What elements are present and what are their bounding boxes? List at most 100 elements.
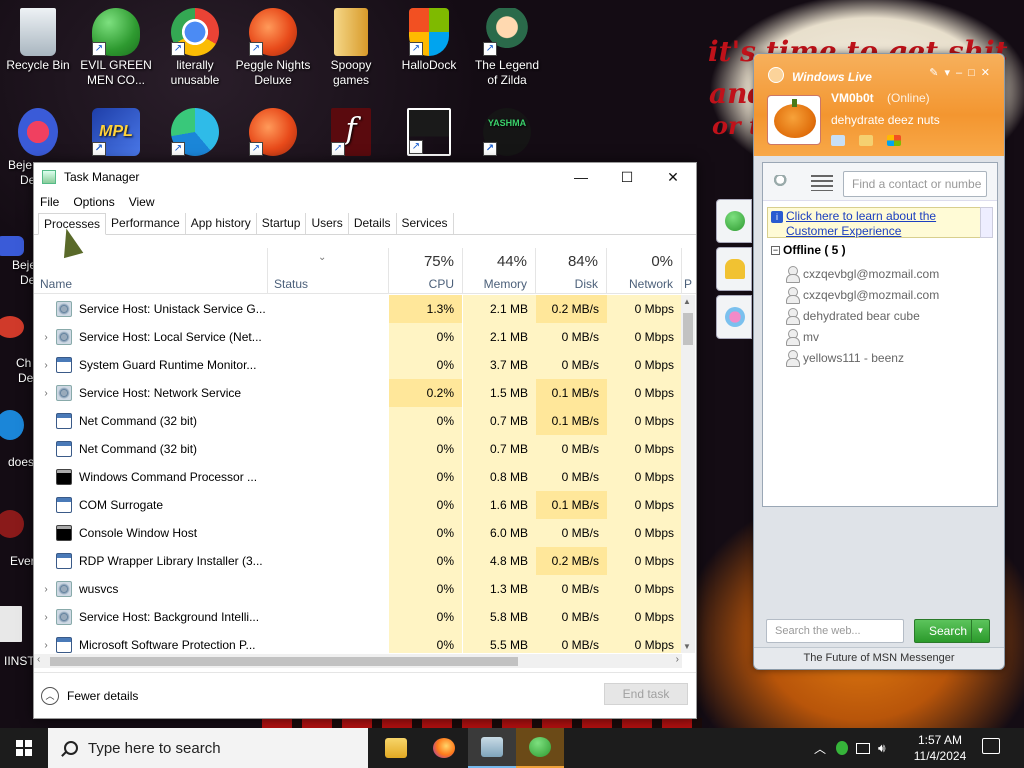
table-row[interactable]: › Service Host: Network Service 0.2% 1.5 MB… [34, 379, 682, 407]
menu-view[interactable]: View [129, 195, 155, 209]
status-text[interactable]: (Online) [887, 91, 930, 105]
table-row[interactable]: Service Host: Unistack Service G... 1.3% 2… [34, 295, 682, 323]
chevron-up-icon[interactable]: ︿ [814, 740, 826, 757]
group-offline[interactable]: − Offline ( 5 ) [771, 243, 846, 257]
web-search-input[interactable]: Search the web... [766, 619, 904, 643]
expand-chevron-icon[interactable]: › [34, 612, 56, 623]
contacts-tab[interactable] [716, 199, 752, 243]
scroll-left-icon[interactable]: ‹ [37, 654, 40, 665]
window-controls[interactable]: ✎▾–□✕ [929, 66, 996, 79]
column-power[interactable]: P [682, 248, 696, 294]
desktop-icon-chrome-2[interactable] [0, 316, 34, 340]
tab-services[interactable]: Services [397, 213, 454, 234]
menu-file[interactable]: File [40, 195, 59, 209]
end-task-button[interactable]: End task [604, 683, 688, 705]
start-button[interactable] [0, 728, 48, 768]
taskbar-task-manager[interactable] [468, 728, 516, 768]
tab-details[interactable]: Details [349, 213, 397, 234]
chevron-down-icon[interactable]: ▼ [971, 620, 989, 642]
scroll-thumb[interactable] [50, 657, 518, 666]
search-button[interactable]: Search ▼ [914, 619, 990, 643]
scroll-right-icon[interactable]: › [676, 654, 679, 665]
find-contact-input[interactable]: Find a contact or numbe [843, 171, 987, 197]
minimize-button[interactable]: — [558, 163, 604, 191]
tab-users[interactable]: Users [306, 213, 349, 234]
alerts-tab[interactable] [716, 247, 752, 291]
vertical-scrollbar[interactable]: ▲ ▼ [681, 295, 695, 653]
desktop-icon-bejeweled-2[interactable] [0, 236, 34, 258]
column-network[interactable]: 0% Network [607, 248, 682, 294]
desktop-icon-legend-zilda[interactable]: ↗ The Legend of Zilda [469, 8, 545, 88]
table-row[interactable]: Net Command (32 bit) 0% 0.7 MB 0.1 MB/s 0 Mb… [34, 407, 682, 435]
fewer-details-button[interactable]: ︿ Fewer details [41, 687, 138, 705]
sort-list-icon[interactable] [811, 175, 833, 191]
fun-tab[interactable] [716, 295, 752, 339]
network-icon[interactable] [856, 742, 871, 754]
desktop-icon-flash[interactable]: f ↗ [313, 108, 389, 158]
notification-center-icon[interactable] [982, 738, 1000, 754]
expand-chevron-icon[interactable]: › [34, 388, 56, 399]
scroll-thumb[interactable] [683, 313, 693, 345]
table-row[interactable]: › Service Host: Local Service (Net... 0% 2.… [34, 323, 682, 351]
table-row[interactable]: › wusvcs 0% 1.3 MB 0 MB/s 0 Mbps [34, 575, 682, 603]
banner-scroll[interactable] [980, 207, 993, 238]
contact-item[interactable]: cxzqevbgl@mozmail.com [785, 285, 939, 305]
taskbar-messenger[interactable] [516, 728, 564, 768]
expand-chevron-icon[interactable]: › [34, 360, 56, 371]
title-bar[interactable]: Task Manager — ☐ ✕ [34, 163, 696, 191]
column-memory[interactable]: 44% Memory [463, 248, 536, 294]
desktop-icon-ever[interactable] [0, 510, 34, 540]
msn-icon[interactable] [887, 135, 901, 146]
tab-app-history[interactable]: App history [186, 213, 257, 234]
customer-experience-link[interactable]: Click here to learn about the Customer E… [786, 209, 966, 239]
desktop-icon-mpl[interactable]: MPL ↗ [78, 108, 154, 158]
scroll-down-icon[interactable]: ▼ [683, 642, 691, 651]
desktop-icon-yashma[interactable]: YASHMA ↗ [469, 108, 545, 158]
desktop-icon-rdp[interactable]: ↗ [391, 108, 467, 158]
horizontal-scrollbar[interactable]: ‹ › [34, 654, 682, 668]
desktop-icon-install[interactable] [0, 606, 34, 644]
contact-item[interactable]: mv [785, 327, 819, 347]
contact-item[interactable]: cxzqevbgl@mozmail.com [785, 264, 939, 284]
desktop-icon-does[interactable] [0, 410, 34, 442]
desktop-icon-hallodock[interactable]: ↗ HalloDock [391, 8, 467, 73]
table-row[interactable]: Console Window Host 0% 6.0 MB 0 MB/s 0 Mbps [34, 519, 682, 547]
expand-chevron-icon[interactable]: › [34, 584, 56, 595]
desktop-icon-evil-green-men[interactable]: ↗ EVIL GREEN MEN CO... [78, 8, 154, 88]
column-disk[interactable]: 84% Disk [536, 248, 607, 294]
close-button[interactable]: ✕ [650, 163, 696, 191]
tab-startup[interactable]: Startup [257, 213, 307, 234]
desktop-icon-recycle-bin[interactable]: Recycle Bin [0, 8, 76, 73]
scroll-up-icon[interactable]: ▲ [683, 297, 691, 306]
menu-options[interactable]: Options [73, 195, 114, 209]
desktop-icon-spoopy-games[interactable]: Spoopy games [313, 8, 389, 88]
mail-icon[interactable] [831, 135, 845, 146]
table-row[interactable]: › System Guard Runtime Monitor... 0% 3.7 MB… [34, 351, 682, 379]
table-row[interactable]: › Microsoft Software Protection P... 0% 5.5… [34, 631, 682, 653]
avatar[interactable] [767, 95, 821, 145]
desktop-icon-peggle-2[interactable]: ↗ [235, 108, 311, 158]
table-row[interactable]: Windows Command Processor ... 0% 0.8 MB 0 M… [34, 463, 682, 491]
contact-item[interactable]: dehydrated bear cube [785, 306, 920, 326]
taskbar-file-explorer[interactable] [372, 728, 420, 768]
tab-performance[interactable]: Performance [106, 213, 186, 234]
table-row[interactable]: › Service Host: Background Intelli... 0% 5.… [34, 603, 682, 631]
table-row[interactable]: Net Command (32 bit) 0% 0.7 MB 0 MB/s 0 Mbps [34, 435, 682, 463]
table-row[interactable]: RDP Wrapper Library Installer (3... 0% 4.8… [34, 547, 682, 575]
display-name[interactable]: VM0b0t [831, 91, 874, 105]
folder-icon[interactable] [859, 135, 873, 146]
table-row[interactable]: COM Surrogate 0% 1.6 MB 0.1 MB/s 0 Mbps [34, 491, 682, 519]
desktop-icon-edge[interactable]: ↗ [157, 108, 233, 158]
contact-item[interactable]: yellows111 - beenz [785, 348, 904, 368]
personal-message[interactable]: dehydrate deez nuts [831, 113, 940, 127]
maximize-button[interactable]: ☐ [604, 163, 650, 191]
expand-chevron-icon[interactable]: › [34, 332, 56, 343]
column-cpu[interactable]: 75% CPU [389, 248, 463, 294]
taskbar-search-box[interactable]: Type here to search [48, 728, 368, 768]
volume-icon[interactable]: 🔊︎ [878, 741, 886, 756]
expand-chevron-icon[interactable]: › [34, 640, 56, 651]
msn-tray-icon[interactable] [836, 741, 849, 755]
desktop-icon-literally-unusable[interactable]: ↗ literally unusable [157, 8, 233, 88]
taskbar-firefox[interactable] [420, 728, 468, 768]
column-status[interactable]: ⌄ Status [268, 248, 389, 294]
